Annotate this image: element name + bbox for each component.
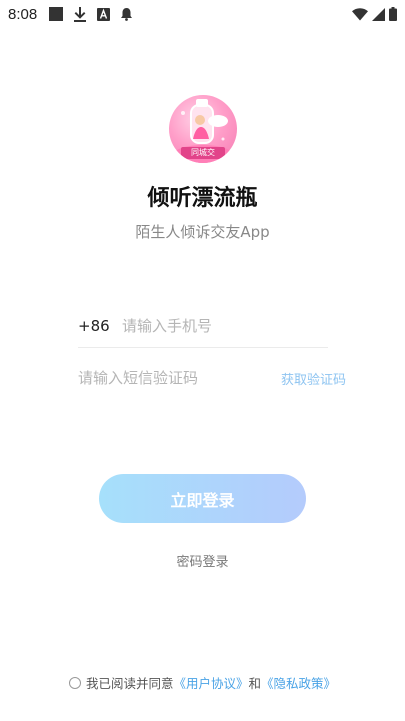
- status-bar: 8:08: [0, 0, 405, 28]
- code-field-row: 获取验证码: [78, 363, 346, 393]
- agreement-conjunction: 和: [248, 676, 262, 691]
- square-icon: [49, 7, 64, 21]
- agreement-row: 我已阅读并同意 《用户协议》 和 《隐私政策》: [0, 673, 405, 692]
- login-screen: 8:08 同城交 倾听漂流瓶 陌生人倾诉交友App +86 请输入手机号 请输入…: [0, 0, 405, 721]
- user-agreement-link[interactable]: 《用户协议》: [173, 673, 248, 692]
- battery-icon: [389, 7, 397, 21]
- notification-icons: [49, 6, 133, 22]
- phone-field-row: +86: [78, 305, 328, 348]
- phone-input[interactable]: [122, 317, 312, 335]
- agreement-prefix: 我已阅读并同意: [85, 676, 174, 691]
- status-time: 8:08: [8, 5, 38, 23]
- signal-icon: [372, 7, 385, 21]
- app-title: 倾听漂流瓶: [147, 186, 258, 211]
- get-code-button[interactable]: 获取验证码: [281, 369, 346, 388]
- login-button[interactable]: 立即登录: [99, 474, 306, 523]
- country-code[interactable]: +86: [78, 317, 122, 335]
- password-login-link[interactable]: 密码登录: [0, 551, 405, 570]
- app-subtitle: 陌生人倾诉交友App: [135, 223, 270, 241]
- bell-icon: [120, 7, 133, 21]
- a-icon: [97, 7, 111, 21]
- privacy-policy-link[interactable]: 《隐私政策》: [261, 673, 336, 692]
- system-icons: [352, 7, 397, 21]
- wifi-icon: [352, 7, 368, 21]
- logo-caption: 同城交: [181, 147, 225, 159]
- app-logo: 同城交: [169, 95, 237, 163]
- agreement-checkbox[interactable]: [68, 676, 81, 689]
- sms-code-input[interactable]: [78, 369, 268, 387]
- download-icon: [73, 6, 87, 22]
